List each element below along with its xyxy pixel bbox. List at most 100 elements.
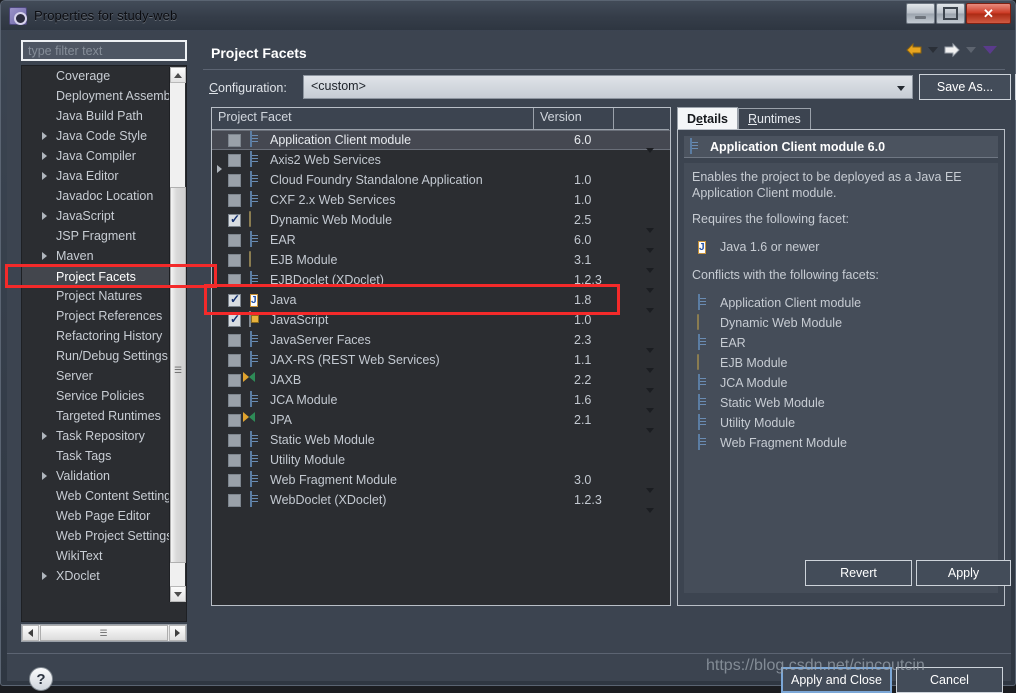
facet-checkbox[interactable] xyxy=(228,133,241,147)
facet-version[interactable]: 2.3 xyxy=(574,333,640,347)
sidebar-item-deployment-assembly[interactable]: Deployment Assembly xyxy=(22,86,170,106)
facet-checkbox[interactable] xyxy=(228,353,241,367)
expand-arrow-icon[interactable] xyxy=(42,172,47,180)
sidebar-item-task-repository[interactable]: Task Repository xyxy=(22,426,170,446)
table-row[interactable]: JAX-RS (REST Web Services) 1.1 xyxy=(212,350,670,373)
facet-version[interactable]: 3.1 xyxy=(574,253,640,267)
facet-version[interactable]: 2.5 xyxy=(574,213,640,227)
hscroll-thumb[interactable]: ☰ xyxy=(40,625,168,641)
view-menu-icon[interactable] xyxy=(983,46,997,54)
facet-checkbox[interactable] xyxy=(228,393,241,407)
column-header-blank[interactable] xyxy=(614,108,669,130)
sidebar-item-web-content-settings[interactable]: Web Content Settings xyxy=(22,486,170,506)
table-row[interactable]: Axis2 Web Services xyxy=(212,150,670,173)
table-row[interactable]: Utility Module xyxy=(212,450,670,470)
sidebar-item-javascript[interactable]: JavaScript xyxy=(22,206,170,226)
facet-checkbox[interactable] xyxy=(228,312,241,327)
facet-checkbox[interactable] xyxy=(228,153,241,167)
sidebar-item-web-project-settings[interactable]: Web Project Settings xyxy=(22,526,170,546)
table-row[interactable]: JCA Module 1.6 xyxy=(212,390,670,413)
back-history-caret-icon[interactable] xyxy=(928,47,938,53)
expand-arrow-icon[interactable] xyxy=(42,472,47,480)
sidebar-item-project-references[interactable]: Project References xyxy=(22,306,170,326)
sidebar-item-project-natures[interactable]: Project Natures xyxy=(22,286,170,306)
scroll-down-icon[interactable] xyxy=(170,586,186,602)
table-row[interactable]: EJBDoclet (XDoclet) 1.2.3 xyxy=(212,270,670,293)
expand-arrow-icon[interactable] xyxy=(42,152,47,160)
facet-checkbox[interactable] xyxy=(228,273,241,287)
facet-checkbox[interactable] xyxy=(228,413,241,427)
table-row[interactable]: JavaScript 1.0 xyxy=(212,310,670,330)
facet-checkbox[interactable] xyxy=(228,212,241,227)
facet-version[interactable]: 1.0 xyxy=(574,313,640,327)
column-header-version[interactable]: Version xyxy=(534,108,614,130)
table-row[interactable]: J Java 1.8 xyxy=(212,290,670,313)
sidebar-item-xdoclet[interactable]: XDoclet xyxy=(22,566,170,586)
facet-version[interactable]: 2.1 xyxy=(574,413,640,427)
table-row[interactable]: Cloud Foundry Standalone Application 1.0 xyxy=(212,170,670,190)
sidebar-item-server[interactable]: Server xyxy=(22,366,170,386)
sidebar-item-project-facets[interactable]: Project Facets xyxy=(22,266,170,286)
expand-arrow-icon[interactable] xyxy=(42,572,47,580)
facet-checkbox[interactable] xyxy=(228,233,241,247)
facet-checkbox[interactable] xyxy=(228,333,241,347)
sidebar-item-run-debug-settings[interactable]: Run/Debug Settings xyxy=(22,346,170,366)
facet-version[interactable]: 6.0 xyxy=(574,233,640,247)
revert-button[interactable]: Revert xyxy=(805,560,912,586)
facet-version[interactable]: 1.2.3 xyxy=(574,493,640,507)
facet-version[interactable]: 6.0 xyxy=(574,133,640,147)
help-button[interactable]: ? xyxy=(29,667,53,691)
expand-arrow-icon[interactable] xyxy=(42,212,47,220)
close-button[interactable]: ✕ xyxy=(966,3,1011,24)
facet-version[interactable]: 1.1 xyxy=(574,353,640,367)
facet-checkbox[interactable] xyxy=(228,373,241,387)
expand-arrow-icon[interactable] xyxy=(42,252,47,260)
tree-scroll-thumb[interactable] xyxy=(170,187,186,563)
table-row[interactable]: EJB Module 3.1 xyxy=(212,250,670,273)
sidebar-item-refactoring-history[interactable]: Refactoring History xyxy=(22,326,170,346)
facet-checkbox[interactable] xyxy=(228,453,241,467)
facet-checkbox[interactable] xyxy=(228,433,241,447)
table-row[interactable]: Web Fragment Module 3.0 xyxy=(212,470,670,493)
facet-checkbox[interactable] xyxy=(228,473,241,487)
scroll-right-icon[interactable] xyxy=(169,625,186,641)
column-header-project-facet[interactable]: Project Facet xyxy=(212,108,534,130)
table-row[interactable]: EAR 6.0 xyxy=(212,230,670,253)
maximize-button[interactable] xyxy=(936,3,965,24)
sidebar-item-coverage[interactable]: Coverage xyxy=(22,66,170,86)
facet-version[interactable]: 1.0 xyxy=(574,193,640,207)
filter-input[interactable]: type filter text xyxy=(21,40,187,61)
expand-arrow-icon[interactable] xyxy=(42,432,47,440)
facet-version[interactable]: 1.2.3 xyxy=(574,273,640,287)
facet-version[interactable]: 1.0 xyxy=(574,173,640,187)
facet-checkbox[interactable] xyxy=(228,193,241,207)
table-row[interactable]: CXF 2.x Web Services 1.0 xyxy=(212,190,670,210)
configuration-select[interactable]: <custom> xyxy=(303,75,913,99)
tab-details[interactable]: De tails xyxy=(677,107,738,129)
sidebar-item-task-tags[interactable]: Task Tags xyxy=(22,446,170,466)
sidebar-item-maven[interactable]: Maven xyxy=(22,246,170,266)
table-row[interactable]: Dynamic Web Module 2.5 xyxy=(212,210,670,233)
table-row[interactable]: JAXB 2.2 xyxy=(212,370,670,393)
sidebar-item-web-page-editor[interactable]: Web Page Editor xyxy=(22,506,170,526)
tree-horizontal-scrollbar[interactable]: ☰ xyxy=(21,624,187,642)
sidebar-item-validation[interactable]: Validation xyxy=(22,466,170,486)
sidebar-item-java-build-path[interactable]: Java Build Path xyxy=(22,106,170,126)
sidebar-item-service-policies[interactable]: Service Policies xyxy=(22,386,170,406)
tab-runtimes[interactable]: Runtimes xyxy=(738,108,811,129)
table-row[interactable]: WebDoclet (XDoclet) 1.2.3 xyxy=(212,490,670,513)
tree-vertical-scrollbar[interactable] xyxy=(169,67,186,602)
minimize-button[interactable] xyxy=(906,3,935,24)
table-row[interactable]: JavaServer Faces 2.3 xyxy=(212,330,670,353)
facet-version[interactable]: 3.0 xyxy=(574,473,640,487)
facet-checkbox[interactable] xyxy=(228,292,241,307)
forward-history-caret-icon[interactable] xyxy=(966,47,976,53)
scroll-left-icon[interactable] xyxy=(22,625,39,641)
facet-checkbox[interactable] xyxy=(228,493,241,507)
table-row[interactable]: Static Web Module xyxy=(212,430,670,450)
facet-version[interactable]: 2.2 xyxy=(574,373,640,387)
facet-checkbox[interactable] xyxy=(228,253,241,267)
table-row[interactable]: Application Client module 6.0 xyxy=(212,130,670,153)
table-row[interactable]: JPA 2.1 xyxy=(212,410,670,433)
facet-checkbox[interactable] xyxy=(228,173,241,187)
